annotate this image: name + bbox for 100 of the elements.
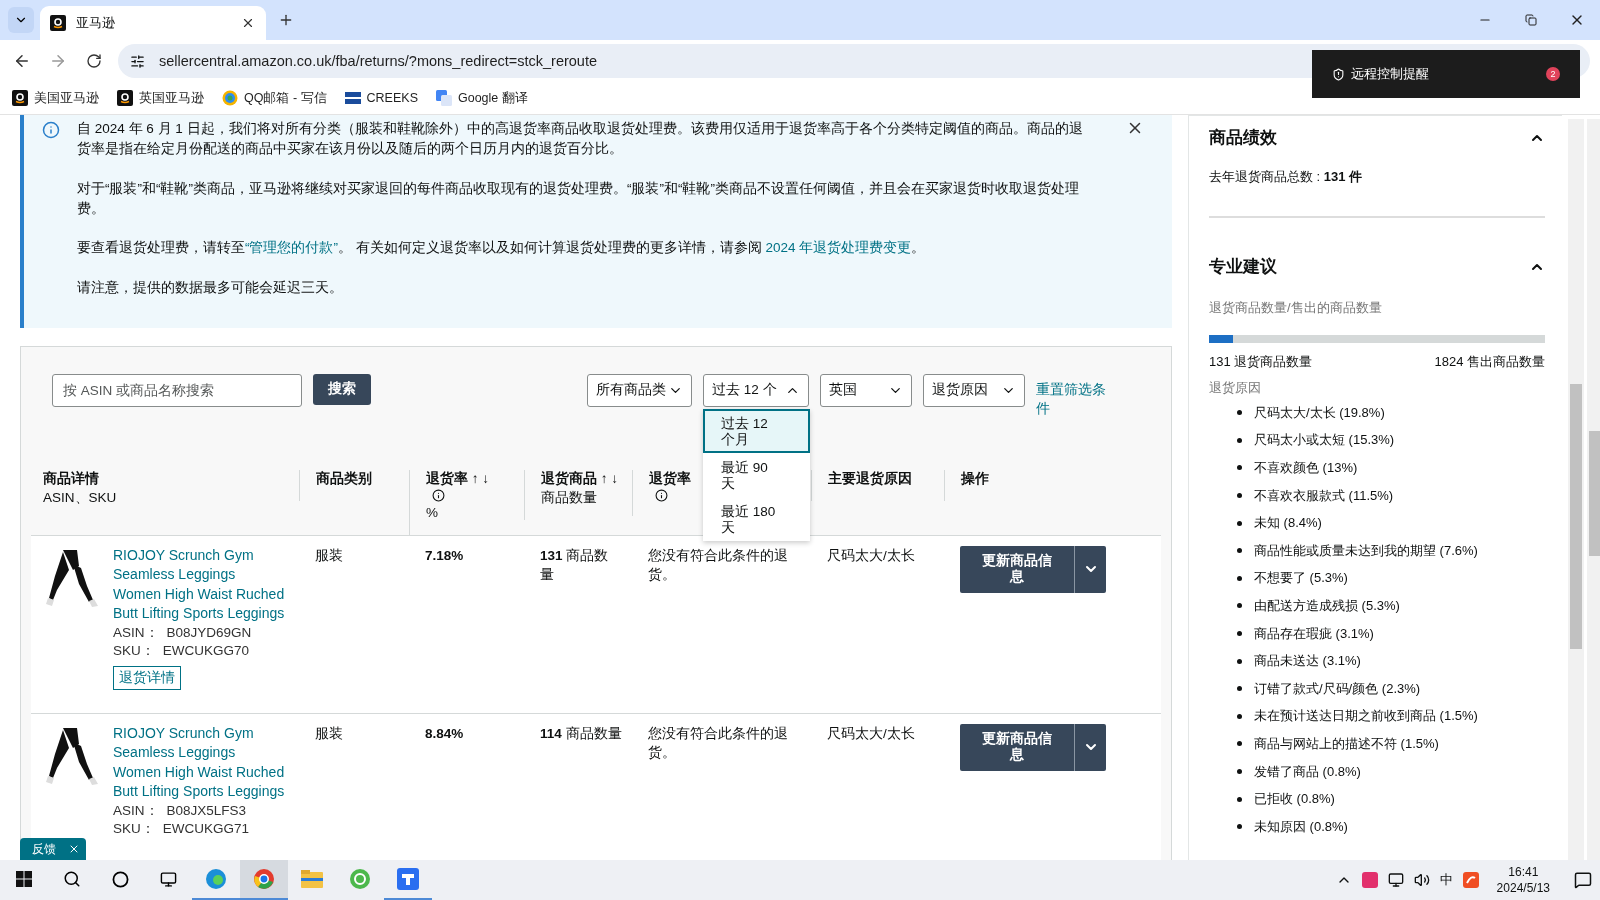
amazon-icon	[12, 90, 28, 106]
reason-item: 发错了商品 (0.8%)	[1254, 762, 1361, 781]
column-subheader: 商品数量	[541, 488, 597, 506]
bookmark-label: Google 翻译	[457, 89, 528, 107]
amazon-icon	[117, 90, 133, 106]
info-icon	[655, 488, 668, 502]
filter-dropdown[interactable]: 所有商品类	[587, 373, 692, 407]
column-header: 主要退货原因	[828, 469, 912, 487]
reason-item: 未知原因 (0.8%)	[1254, 817, 1348, 836]
browser-tab[interactable]: 亚马逊	[40, 6, 266, 40]
asin-value: B08JX5LFS3	[166, 801, 247, 820]
more-options-button[interactable]	[1074, 723, 1106, 771]
notice-link[interactable]: “管理您的付款”	[245, 240, 338, 255]
column-header: 退货率	[649, 469, 691, 487]
scrollbar[interactable]	[1568, 119, 1584, 860]
reason-item: 已拒收 (0.8%)	[1254, 790, 1335, 809]
bookmark[interactable]: Google 翻译	[435, 89, 528, 107]
returned-count: 131 退货商品数量	[1209, 353, 1313, 371]
table-cell-text: 您没有符合此条件的退货。	[648, 724, 788, 762]
reason-item: 尺码太小或太短 (15.3%)	[1254, 431, 1395, 450]
bullet-icon	[1237, 658, 1242, 664]
close-icon	[241, 16, 255, 30]
column-subheader: ASIN、SKU	[43, 488, 117, 506]
bullet-icon	[1237, 465, 1242, 471]
reason-item: 订错了款式/尺码/颜色 (2.3%)	[1254, 679, 1421, 698]
menu-option[interactable]: 最近 180 天	[703, 496, 810, 541]
notice-text: 要查看退货处理费，请转至“管理您的付款”。 有关如何定义退货率以及如何计算退货处理费的更多详情，请参阅 2024 年退货处理费变更。	[77, 239, 927, 257]
reason-item: 由配送方造成残损 (5.3%)	[1254, 596, 1400, 615]
tab-list-button[interactable]	[8, 7, 34, 33]
info-icon	[42, 121, 60, 139]
column-header: 操作	[961, 469, 989, 487]
search-field[interactable]: 按 ASIN 或商品名称搜索	[52, 373, 302, 407]
info-icon	[432, 488, 445, 502]
volume-icon[interactable]	[1413, 872, 1430, 888]
bookmark[interactable]: 英国亚马逊	[117, 89, 204, 107]
filter-dropdown[interactable]: 退货原因	[923, 373, 1025, 407]
more-options-button[interactable]	[1074, 545, 1106, 593]
column-header: 退货商品 ↑ ↓	[541, 469, 618, 487]
shield-icon	[1332, 67, 1345, 81]
reset-filters-link[interactable]: 重置筛选条件	[1036, 379, 1114, 418]
ime-indicator[interactable]: 中	[1439, 871, 1453, 889]
reason-item: 尺码太大/太长 (19.8%)	[1254, 403, 1385, 422]
tray-app-icon[interactable]	[1361, 872, 1378, 888]
product-title-link[interactable]: RIOJOY Scrunch Gym Seamless Leggings Women High Waist Ruched Butt Lifting Sports Leggings	[113, 545, 285, 624]
update-listing-button[interactable]: 更新商品信息	[960, 545, 1074, 593]
mail-icon	[222, 90, 238, 106]
feedback-button[interactable]: 反馈	[20, 838, 86, 860]
table-cell-text: 尺码太大/太长	[827, 724, 916, 743]
bookmark[interactable]: QQ邮箱 - 写信	[222, 89, 327, 107]
section-title: 商品绩效	[1209, 127, 1277, 148]
reason-item: 不喜欢衣服款式 (11.5%)	[1254, 486, 1394, 505]
return-details-button[interactable]: 退货详情	[113, 665, 181, 690]
bullet-icon	[1237, 493, 1242, 499]
reason-item: 未知 (8.4%)	[1254, 514, 1322, 533]
input-method-icon[interactable]	[1462, 872, 1479, 888]
bookmark[interactable]: CREEKS	[344, 91, 418, 105]
sku-value: EWCUKGG70	[162, 641, 250, 660]
notice-text: 请注意，提供的数据最多可能会延迟三天。	[77, 278, 344, 297]
table-cell-text: 尺码太大/太长	[827, 546, 916, 565]
monitor-icon	[159, 870, 177, 888]
filter-dropdown[interactable]: 英国	[820, 373, 912, 407]
table-cell-text: 服装	[315, 546, 344, 565]
ratio-label: 退货商品数量/售出的商品数量	[1209, 299, 1383, 317]
sku-label: SKU：	[113, 641, 155, 660]
search-icon	[63, 870, 81, 888]
notifications-icon[interactable]	[1574, 871, 1592, 889]
notice-text: 对于“服装”和“鞋靴”类商品，亚马逊将继续对买家退回的每件商品收取现有的退货处理费。“服装”和“鞋靴”类商品不设置任何阈值，并且会在买家退货时收取退货处理费。	[77, 179, 1080, 218]
table-cell-text: 服装	[315, 724, 344, 743]
notice-text: 自 2024 年 6 月 1 日起，我们将对所有分类（服装和鞋靴除外）中的高退货率商品收取退货处理费。该费用仅适用于退货率高于各个分类特定阈值的商品。商品的退货率是指在给定月份配送的商品中买家在该月份以及随后的两个日历月内的退货百分比。	[77, 120, 1084, 158]
bookmark-label: QQ邮箱 - 写信	[244, 89, 327, 107]
bookmark[interactable]: 美国亚马逊	[12, 89, 99, 107]
close-icon[interactable]	[68, 843, 80, 855]
scrollbar[interactable]	[1587, 119, 1600, 860]
reason-item: 商品未送达 (3.1%)	[1254, 652, 1361, 671]
reason-item: 未在预计送达日期之前收到商品 (1.5%)	[1254, 707, 1478, 726]
bullet-icon	[1237, 410, 1242, 416]
windows-logo-icon[interactable]	[16, 871, 32, 887]
bullet-icon	[1237, 769, 1242, 774]
notice-link[interactable]: 2024 年退货处理费变更	[765, 240, 912, 255]
tab-title: 亚马逊	[76, 14, 116, 32]
circle-icon	[111, 870, 129, 888]
site-info-icon[interactable]	[130, 53, 145, 69]
bullet-icon	[1237, 713, 1242, 719]
flag-icon	[344, 92, 361, 104]
column-header: 商品详情	[43, 469, 99, 487]
menu-option[interactable]: 最近 90 天	[703, 452, 810, 497]
url-text: sellercentral.amazon.co.uk/fba/returns/?mons_redirect=stck_reroute	[159, 53, 598, 69]
product-title-link[interactable]: RIOJOY Scrunch Gym Seamless Leggings Women High Waist Ruched Butt Lifting Sports Leggings	[113, 723, 285, 802]
menu-option[interactable]: 过去 12 个月	[703, 408, 810, 453]
update-listing-button[interactable]: 更新商品信息	[960, 723, 1074, 771]
clock-date: 2024/5/13	[1496, 880, 1550, 896]
table-cell-text: 您没有符合此条件的退货。	[648, 546, 788, 584]
summary-text: 去年退货商品总数 : 131 件	[1209, 168, 1364, 186]
search-button[interactable]: 搜索	[313, 373, 371, 405]
sku-value: EWCUKGG71	[162, 819, 250, 838]
bookmark-label: 英国亚马逊	[139, 89, 204, 107]
asin-value: B08JYD69GN	[166, 623, 252, 642]
filter-dropdown[interactable]: 过去 12 个	[703, 373, 809, 407]
reload-icon	[86, 53, 102, 69]
sku-label: SKU：	[113, 819, 155, 838]
